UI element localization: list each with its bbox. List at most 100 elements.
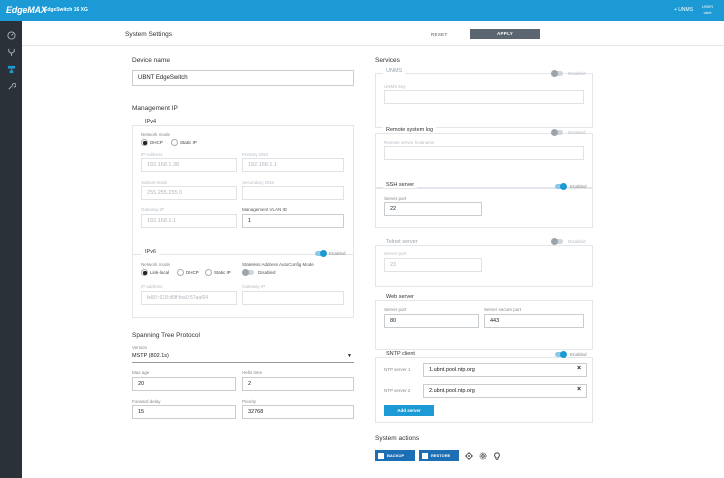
management-ip-title: Management IP [132, 105, 178, 112]
stp-version-value: MSTP (802.1s) [132, 353, 169, 359]
hello-time-label: Hello time [242, 370, 263, 375]
ipv4-mode-dhcp-label: DHCP [150, 140, 163, 145]
ipv6-ip-input[interactable]: fe80::618:d6ff:fea0:57aa/64 [141, 291, 237, 305]
ipv4-title: IPv4 [142, 119, 160, 125]
reset-button[interactable]: RESET [431, 32, 448, 37]
telnet-toggle[interactable] [551, 237, 563, 245]
vlan-icon[interactable] [6, 64, 16, 74]
unms-link[interactable]: + UNMS [674, 7, 693, 13]
dashboard-icon[interactable] [6, 30, 16, 40]
device-name-title: Device name [132, 57, 170, 64]
ipv6-mode-link-local-label: Link-local [150, 270, 170, 275]
ntp-server2-label: NTP server 2 [384, 388, 411, 393]
syslog-host-input[interactable] [384, 146, 584, 160]
subnet-mask-label: Subnet mask [141, 180, 168, 185]
ipv6-mode-link-local-radio[interactable]: Link-local [141, 269, 169, 276]
stp-title: Spanning Tree Protocol [132, 332, 200, 339]
unms-key-input[interactable] [384, 90, 584, 104]
ipv4-ip-input[interactable]: 192.168.1.38 [141, 158, 237, 172]
hello-time-input[interactable]: 2 [242, 377, 354, 391]
ipv6-title: IPv6 [142, 249, 160, 255]
tools-icon[interactable] [6, 81, 16, 91]
top-bar: EdgeMAX EdgeSwitch 16 XG + UNMS USER ubn… [0, 0, 724, 21]
settings-icon[interactable] [479, 452, 487, 460]
ipv4-network-mode-label: Network mode [141, 132, 171, 137]
user-name: ubnt [703, 10, 712, 15]
primary-dns-input[interactable]: 192.168.1.1 [242, 158, 344, 172]
lightbulb-icon[interactable] [493, 452, 501, 460]
secondary-dns-input[interactable] [242, 186, 344, 200]
max-age-label: Max age [132, 370, 150, 375]
unms-key-label: UNMS key [384, 84, 406, 89]
gateway-ip-input[interactable]: 192.168.1.1 [141, 214, 237, 228]
subnet-mask-input[interactable]: 255.255.255.0 [141, 186, 237, 200]
web-secure-port-input[interactable]: 443 [484, 314, 584, 328]
secondary-dns-label: Secondary DNS [242, 180, 275, 185]
management-vlan-label: Management VLAN ID [242, 207, 288, 212]
brand-logo[interactable]: EdgeMAX [6, 5, 47, 15]
ipv6-gateway-input[interactable] [242, 291, 344, 305]
web-title: Web server [383, 294, 418, 300]
add-server-button[interactable]: Add server [384, 405, 434, 416]
telnet-port-input[interactable]: 23 [384, 258, 482, 272]
apply-button[interactable]: APPLY [470, 29, 540, 39]
max-age-input[interactable]: 20 [132, 377, 236, 391]
syslog-state-label: Disabled [568, 130, 586, 135]
telnet-state-label: Disabled [568, 239, 586, 244]
ntp-server2-input[interactable]: 2.ubnt.pool.ntp.org [423, 384, 587, 398]
restore-button[interactable]: RESTORE [419, 450, 459, 461]
chevron-down-icon: ▼ [347, 353, 352, 359]
ssh-title: SSH server [383, 182, 418, 188]
sntp-title: SNTP client [383, 351, 418, 357]
primary-dns-label: Primary DNS [242, 152, 269, 157]
unms-state-label: Disabled [568, 71, 586, 76]
unms-title: UNMS [383, 68, 406, 74]
sntp-toggle[interactable] [555, 350, 567, 358]
ipv4-ip-label: IP Address [141, 152, 163, 157]
slaac-toggle[interactable] [242, 268, 254, 276]
ipv6-network-mode-label: Network mode [141, 262, 171, 267]
user-menu[interactable]: USER ubnt [702, 4, 713, 16]
ipv4-mode-static-radio[interactable]: Static IP [171, 139, 197, 146]
web-port-label: Server port [384, 307, 407, 312]
remove-server1-icon[interactable]: × [577, 365, 581, 372]
ipv6-mode-static-radio[interactable]: Static IP [205, 269, 231, 276]
sidebar [0, 21, 22, 478]
ipv6-mode-dhcp-radio[interactable]: DHCP [177, 269, 199, 276]
ssh-toggle[interactable] [555, 182, 567, 190]
ssh-state-label: Enabled [570, 184, 587, 189]
page-title: System Settings [125, 31, 172, 38]
ntp-server1-input[interactable]: 1.ubnt.pool.ntp.org [423, 363, 587, 377]
syslog-toggle[interactable] [551, 128, 563, 136]
unms-toggle[interactable] [551, 69, 563, 77]
telnet-title: Telnet server [383, 239, 421, 245]
syslog-host-label: Remote server hostname [384, 140, 435, 145]
stp-version-label: Version [132, 345, 148, 350]
remove-server2-icon[interactable]: × [577, 386, 581, 393]
management-vlan-input[interactable]: 1 [242, 214, 344, 228]
ipv6-toggle[interactable] [315, 249, 327, 257]
forward-delay-label: Forward delay [132, 399, 161, 404]
ipv6-mode-dhcp-label: DHCP [186, 270, 199, 275]
system-actions-title: System actions [375, 435, 420, 442]
device-name-input[interactable]: UBNT EdgeSwitch [132, 70, 354, 86]
web-port-input[interactable]: 80 [384, 314, 479, 328]
main-content: System Settings RESET APPLY Device name … [22, 21, 724, 478]
ipv4-mode-static-label: Static IP [180, 140, 197, 145]
ssh-port-input[interactable]: 22 [384, 202, 482, 216]
gateway-ip-label: Gateway IP [141, 207, 165, 212]
stp-version-select[interactable]: MSTP (802.1s) ▼ [132, 351, 354, 363]
priority-input[interactable]: 32768 [242, 405, 354, 419]
telnet-port-label: Server port [384, 251, 407, 256]
locate-icon[interactable] [465, 452, 473, 460]
ports-icon[interactable] [6, 47, 16, 57]
ipv4-mode-dhcp-radio[interactable]: DHCP [141, 139, 163, 146]
ipv6-state-label: Enabled [329, 251, 346, 256]
syslog-title: Remote system log [383, 127, 437, 133]
ipv6-gateway-label: Gateway IP [242, 284, 266, 289]
forward-delay-input[interactable]: 15 [132, 405, 236, 419]
slaac-state-label: Disabled [258, 270, 276, 275]
restore-label: RESTORE [431, 453, 451, 458]
backup-button[interactable]: BACKUP [375, 450, 415, 461]
priority-label: Priority [242, 399, 257, 404]
